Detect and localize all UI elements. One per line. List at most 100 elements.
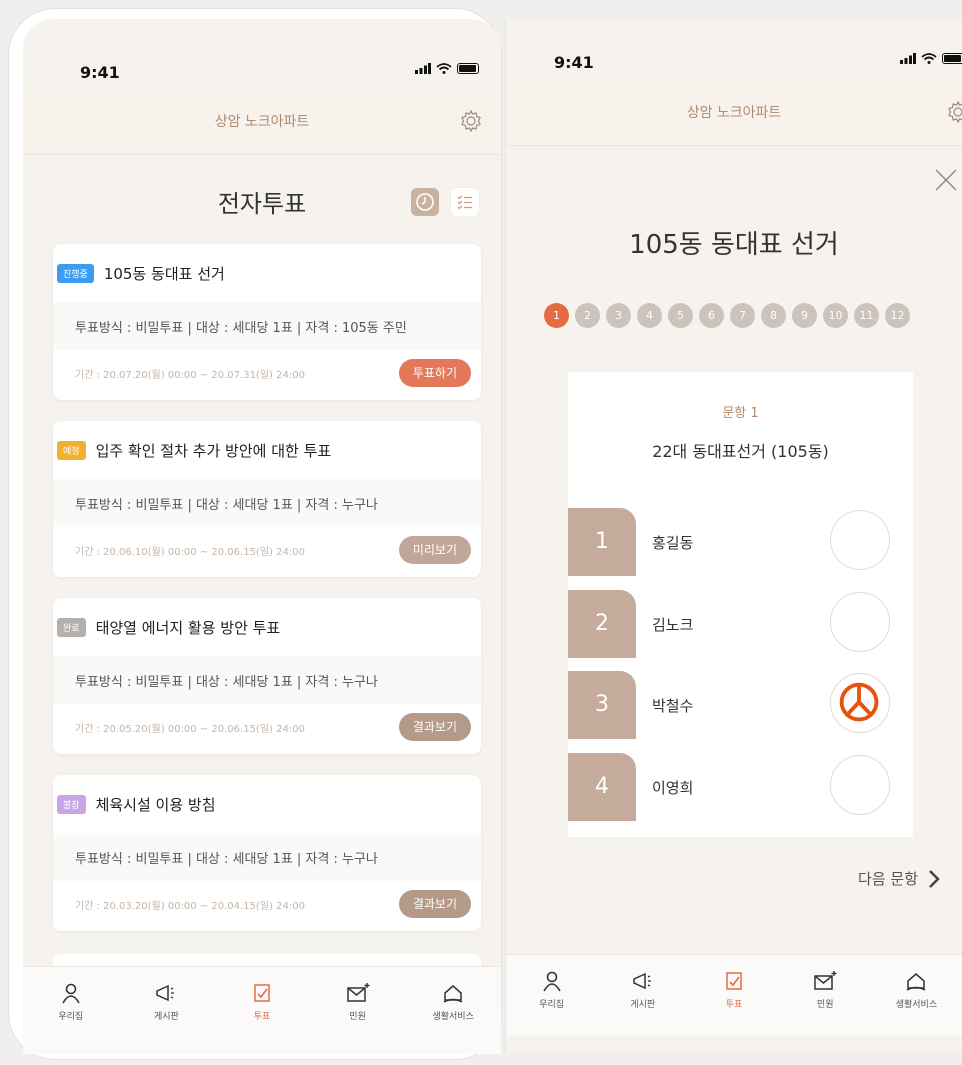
- question-number: 문항 1: [722, 406, 759, 421]
- step-item[interactable]: 1: [544, 303, 569, 328]
- candidate-number: 1: [568, 508, 636, 576]
- nav-complaint[interactable]: 민원: [780, 969, 871, 1036]
- chevron-right-icon: [929, 869, 940, 888]
- apartment-title: 상암 노크아파트: [686, 105, 782, 121]
- candidate-row[interactable]: 3 박철수: [568, 671, 913, 739]
- history-button[interactable]: [411, 188, 439, 216]
- step-item[interactable]: 7: [730, 303, 755, 328]
- step-item[interactable]: 9: [792, 303, 817, 328]
- ballot-screen: 9:41 상암 노크아파트 105동 동대표 선거 1 2 3 4 5 6 7 …: [505, 20, 962, 1052]
- nav-label: 게시판: [153, 1012, 179, 1022]
- apartment-title: 상암 노크아파트: [214, 114, 310, 130]
- signal-icon: [415, 63, 431, 74]
- vote-card[interactable]: 완료 태양열 에너지 활용 방안 투표 투표방식 : 비밀투표 | 대상 : 세…: [53, 598, 481, 754]
- mail-plus-icon: [346, 983, 370, 1002]
- vote-card-head: 불참 체육시설 이용 방침: [53, 775, 481, 833]
- nav-label: 우리집: [58, 1012, 84, 1022]
- status-bar: 9:41: [506, 20, 962, 80]
- status-badge: 진행중: [57, 263, 94, 283]
- vote-stamp-circle[interactable]: [830, 755, 890, 815]
- clock-icon: [416, 193, 434, 211]
- battery-icon: [942, 53, 962, 64]
- nav-label: 우리집: [539, 1000, 565, 1010]
- result-button[interactable]: 결과보기: [398, 713, 471, 741]
- nav-home[interactable]: 우리집: [23, 981, 119, 1054]
- app-header: 상암 노크아파트: [23, 89, 501, 155]
- bottom-nav: 우리집 게시판 투표 민원 생활서비스: [506, 954, 962, 1036]
- checklist-button[interactable]: [451, 188, 479, 216]
- vote-meta: 투표방식 : 비밀투표 | 대상 : 세대당 1표 | 자격 : 누구나: [53, 833, 481, 881]
- battery-icon: [457, 63, 479, 74]
- nav-vote[interactable]: 투표: [214, 981, 310, 1054]
- nav-label: 민원: [349, 1012, 366, 1022]
- question-stepper: 1 2 3 4 5 6 7 8 9 10 11 12: [544, 303, 910, 328]
- vote-card[interactable]: 진행중 105동 동대표 선거 투표방식 : 비밀투표 | 대상 : 세대당 1…: [53, 244, 481, 400]
- nav-life-service[interactable]: 생활서비스: [871, 969, 962, 1036]
- vote-meta: 투표방식 : 비밀투표 | 대상 : 세대당 1표 | 자격 : 누구나: [53, 656, 481, 704]
- vote-action-button[interactable]: 투표하기: [398, 359, 471, 387]
- person-icon: [542, 971, 561, 992]
- candidate-number: 3: [568, 671, 636, 739]
- step-item[interactable]: 6: [699, 303, 724, 328]
- step-item[interactable]: 3: [606, 303, 631, 328]
- candidate-row[interactable]: 1 홍길동: [568, 508, 913, 576]
- phone-frame-left: 9:41 상암 노크아파트 전자투표 진행중 105동 동대표 선거 투표방식 …: [9, 9, 501, 1059]
- nav-label: 투표: [725, 1000, 743, 1010]
- candidate-name: 홍길동: [652, 534, 694, 552]
- step-item[interactable]: 11: [854, 303, 879, 328]
- close-icon[interactable]: [934, 168, 958, 192]
- step-item[interactable]: 4: [637, 303, 662, 328]
- page-title-row: 전자투표: [23, 184, 501, 224]
- status-badge: 불참: [57, 794, 86, 814]
- preview-button[interactable]: 미리보기: [398, 536, 471, 564]
- status-time: 9:41: [80, 63, 120, 82]
- vote-icon: [726, 972, 742, 990]
- vote-stamp-circle[interactable]: [830, 592, 890, 652]
- next-question-button[interactable]: 다음 문항: [858, 868, 940, 889]
- vote-stamp-circle-selected[interactable]: [830, 673, 890, 733]
- ballot-card: 문항 1 22대 동대표선거 (105동) 1 홍길동 2 김노크 3 박철수 …: [568, 372, 913, 837]
- vote-stamp-circle[interactable]: [830, 510, 890, 570]
- candidate-name: 김노크: [652, 616, 694, 634]
- candidate-name: 박철수: [652, 697, 694, 715]
- home-hand-icon: [443, 985, 463, 1003]
- question-text: 22대 동대표선거 (105동): [652, 442, 829, 461]
- nav-board[interactable]: 게시판: [597, 969, 688, 1036]
- megaphone-icon: [156, 984, 175, 1002]
- nav-vote[interactable]: 투표: [688, 969, 779, 1036]
- vote-period: 기간 : 20.06.10(월) 00:00 ~ 20.06.15(일) 24:…: [75, 547, 305, 558]
- person-icon: [62, 983, 80, 1004]
- status-icons: [415, 63, 479, 74]
- nav-home[interactable]: 우리집: [506, 969, 597, 1036]
- megaphone-icon: [633, 972, 651, 990]
- vote-meta: 투표방식 : 비밀투표 | 대상 : 세대당 1표 | 자격 : 105동 주민: [53, 302, 481, 350]
- vote-title: 태양열 에너지 활용 방안 투표: [95, 618, 281, 637]
- vote-meta: 투표방식 : 비밀투표 | 대상 : 세대당 1표 | 자격 : 누구나: [53, 479, 481, 527]
- status-icons: [900, 53, 962, 64]
- nav-life-service[interactable]: 생활서비스: [405, 981, 501, 1054]
- wifi-icon: [921, 53, 937, 64]
- step-item[interactable]: 8: [761, 303, 786, 328]
- vote-card[interactable]: 불참 체육시설 이용 방침 투표방식 : 비밀투표 | 대상 : 세대당 1표 …: [53, 775, 481, 931]
- result-button[interactable]: 결과보기: [398, 890, 471, 918]
- step-item[interactable]: 12: [885, 303, 910, 328]
- nav-label: 생활서비스: [432, 1012, 474, 1022]
- vote-icon: [254, 984, 270, 1002]
- vote-title: 105동 동대표 선거: [103, 264, 225, 283]
- step-item[interactable]: 2: [575, 303, 600, 328]
- candidate-row[interactable]: 2 김노크: [568, 590, 913, 658]
- nav-complaint[interactable]: 민원: [310, 981, 406, 1054]
- vote-card[interactable]: 예정 입주 확인 절차 추가 방안에 대한 투표 투표방식 : 비밀투표 | 대…: [53, 421, 481, 577]
- nav-board[interactable]: 게시판: [119, 981, 215, 1054]
- nav-label: 게시판: [630, 1000, 656, 1010]
- candidate-row[interactable]: 4 이영희: [568, 753, 913, 821]
- vote-card-head: 진행중 105동 동대표 선거: [53, 244, 481, 302]
- bottom-nav: 우리집 게시판 투표 민원 생활서비스: [23, 966, 501, 1054]
- step-item[interactable]: 10: [823, 303, 848, 328]
- gear-icon[interactable]: [946, 100, 962, 124]
- vote-card-head: 완료 태양열 에너지 활용 방안 투표: [53, 598, 481, 656]
- step-item[interactable]: 5: [668, 303, 693, 328]
- status-badge: 예정: [57, 440, 86, 460]
- election-title: 105동 동대표 선거: [629, 230, 839, 260]
- gear-icon[interactable]: [459, 109, 483, 133]
